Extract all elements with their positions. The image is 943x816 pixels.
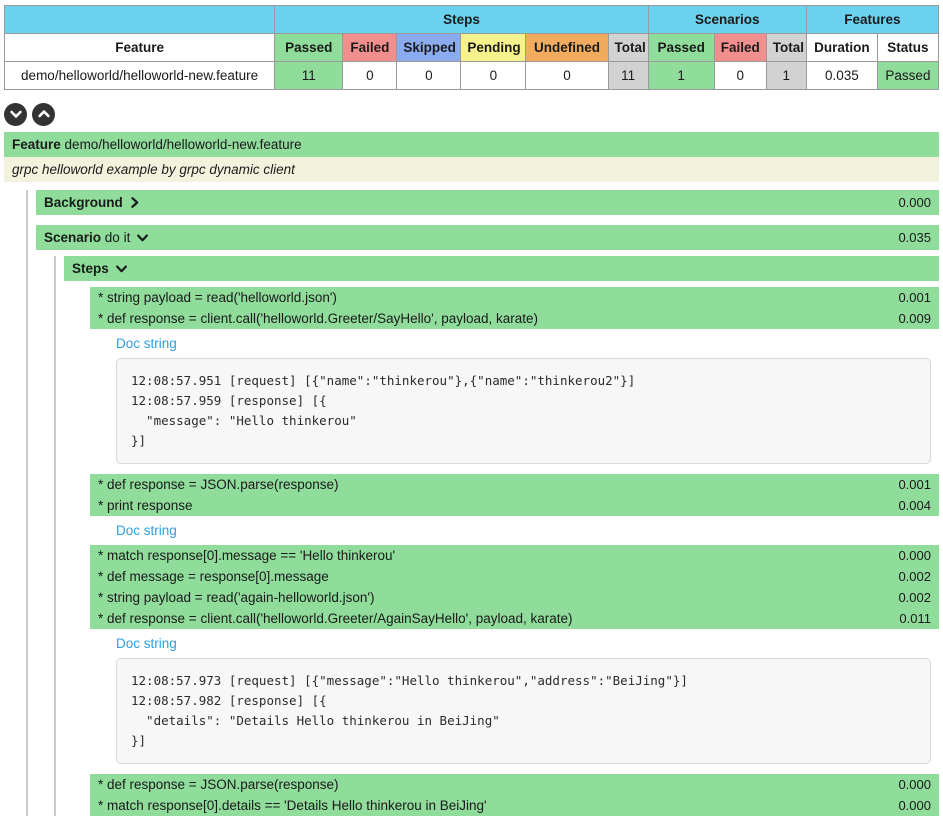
col-header-scenarios-total: Total [765, 33, 807, 62]
step-row[interactable]: * match response[0].details == 'Details … [90, 795, 939, 816]
cell-scenarios-passed: 1 [647, 61, 715, 90]
col-header-scenarios-passed: Passed [647, 33, 715, 62]
step-duration: 0.000 [898, 798, 931, 813]
step-row[interactable]: * match response[0].message == 'Hello th… [90, 545, 939, 566]
step-row[interactable]: * def response = JSON.parse(response) 0.… [90, 774, 939, 795]
col-header-duration: Duration [805, 33, 878, 62]
step-duration: 0.000 [898, 548, 931, 563]
expand-all-button[interactable] [4, 102, 27, 126]
col-header-steps-skipped: Skipped [396, 33, 462, 62]
step-duration: 0.001 [898, 290, 931, 305]
group-header-steps: Steps [274, 5, 649, 34]
group-header-scenarios: Scenarios [647, 5, 807, 34]
summary-table-container: Steps Scenarios Features Feature Passed … [0, 0, 943, 90]
docstring-toggle[interactable]: Doc string [90, 329, 939, 358]
step-text: * def response = JSON.parse(response) [98, 777, 339, 792]
cell-steps-pending: 0 [460, 61, 527, 90]
chevron-down-icon [115, 263, 128, 275]
chevron-up-icon [37, 110, 50, 118]
step-duration: 0.002 [898, 590, 931, 605]
cell-steps-undefined: 0 [525, 61, 609, 90]
step-row[interactable]: * string payload = read('again-helloworl… [90, 587, 939, 608]
docstring-content: 12:08:57.973 [request] [{"message":"Hell… [116, 658, 931, 764]
step-text: * def response = client.call('helloworld… [98, 611, 573, 626]
step-row[interactable]: * def response = client.call('helloworld… [90, 308, 939, 329]
summary-table: Steps Scenarios Features Feature Passed … [3, 5, 940, 90]
background-header[interactable]: Background 0.000 [36, 190, 939, 215]
step-duration: 0.004 [898, 498, 931, 513]
cell-scenarios-total: 1 [765, 61, 807, 90]
cell-status: Passed [876, 61, 940, 90]
step-row[interactable]: * string payload = read('helloworld.json… [90, 287, 939, 308]
steps-list: * string payload = read('helloworld.json… [82, 287, 939, 816]
scenario-header[interactable]: Scenario do it 0.035 [36, 225, 939, 250]
col-header-status: Status [876, 33, 940, 62]
step-text: * match response[0].message == 'Hello th… [98, 548, 396, 563]
chevron-right-icon [129, 196, 141, 209]
col-header-steps-undefined: Undefined [525, 33, 609, 62]
col-header-steps-passed: Passed [274, 33, 344, 62]
step-text: * print response [98, 498, 193, 513]
step-row[interactable]: * def message = response[0].message 0.00… [90, 566, 939, 587]
step-text: * def response = JSON.parse(response) [98, 477, 339, 492]
feature-header[interactable]: Feature demo/helloworld/helloworld-new.f… [4, 132, 939, 157]
col-header-steps-failed: Failed [342, 33, 398, 62]
feature-description: grpc helloworld example by grpc dynamic … [4, 157, 939, 182]
chevron-down-icon [136, 232, 149, 244]
summary-table-body: demo/helloworld/helloworld-new.feature 1… [3, 61, 940, 90]
step-group: * def response = JSON.parse(response) 0.… [90, 474, 939, 516]
collapse-all-button[interactable] [32, 102, 55, 126]
step-duration: 0.001 [898, 477, 931, 492]
col-header-steps-pending: Pending [460, 33, 527, 62]
expand-collapse-controls [4, 102, 943, 126]
background-duration: 0.000 [898, 195, 931, 210]
scenario-duration: 0.035 [898, 230, 931, 245]
cell-steps-failed: 0 [342, 61, 398, 90]
chevron-down-icon [9, 110, 22, 118]
scenario-name: do it [104, 230, 131, 245]
scenario-children: Steps * string payload = read('helloworl… [54, 256, 939, 816]
steps-section-header[interactable]: Steps [64, 256, 939, 281]
step-text: * def message = response[0].message [98, 569, 329, 584]
scenario-keyword: Scenario [44, 230, 102, 245]
cell-steps-passed: 11 [274, 61, 344, 90]
col-header-scenarios-failed: Failed [713, 33, 767, 62]
report-body: Feature demo/helloworld/helloworld-new.f… [0, 132, 943, 816]
step-group: * def response = JSON.parse(response) 0.… [90, 774, 939, 816]
step-duration: 0.011 [899, 611, 931, 626]
step-row[interactable]: * def response = JSON.parse(response) 0.… [90, 474, 939, 495]
summary-column-header-row: Feature Passed Failed Skipped Pending Un… [3, 33, 940, 62]
table-row: demo/helloworld/helloworld-new.feature 1… [3, 61, 940, 90]
step-row[interactable]: * def response = client.call('helloworld… [90, 608, 939, 629]
cell-steps-skipped: 0 [396, 61, 462, 90]
feature-keyword: Feature [12, 137, 61, 152]
cell-feature-name[interactable]: demo/helloworld/helloworld-new.feature [3, 61, 276, 90]
background-keyword: Background [44, 195, 123, 210]
step-group: * string payload = read('helloworld.json… [90, 287, 939, 329]
step-duration: 0.002 [898, 569, 931, 584]
group-header-blank [3, 5, 276, 34]
step-group: * match response[0].message == 'Hello th… [90, 545, 939, 629]
step-duration: 0.009 [898, 311, 931, 326]
col-header-steps-total: Total [607, 33, 649, 62]
summary-group-header-row: Steps Scenarios Features [3, 5, 940, 34]
docstring-content: 12:08:57.951 [request] [{"name":"thinker… [116, 358, 931, 464]
col-header-feature: Feature [3, 33, 276, 62]
steps-section-label: Steps [72, 261, 109, 276]
step-duration: 0.000 [898, 777, 931, 792]
step-text: * string payload = read('helloworld.json… [98, 290, 337, 305]
step-text: * match response[0].details == 'Details … [98, 798, 487, 813]
docstring-toggle[interactable]: Doc string [90, 629, 939, 658]
cell-duration: 0.035 [805, 61, 878, 90]
feature-children: Background 0.000 Scenario do it 0.035 St… [26, 190, 939, 816]
docstring-toggle[interactable]: Doc string [90, 516, 939, 545]
group-header-features: Features [805, 5, 940, 34]
step-text: * string payload = read('again-helloworl… [98, 590, 375, 605]
cell-steps-total: 11 [607, 61, 649, 90]
cell-scenarios-failed: 0 [713, 61, 767, 90]
step-row[interactable]: * print response 0.004 [90, 495, 939, 516]
summary-table-head: Steps Scenarios Features Feature Passed … [3, 5, 940, 62]
step-text: * def response = client.call('helloworld… [98, 311, 539, 326]
feature-name: demo/helloworld/helloworld-new.feature [64, 137, 302, 152]
